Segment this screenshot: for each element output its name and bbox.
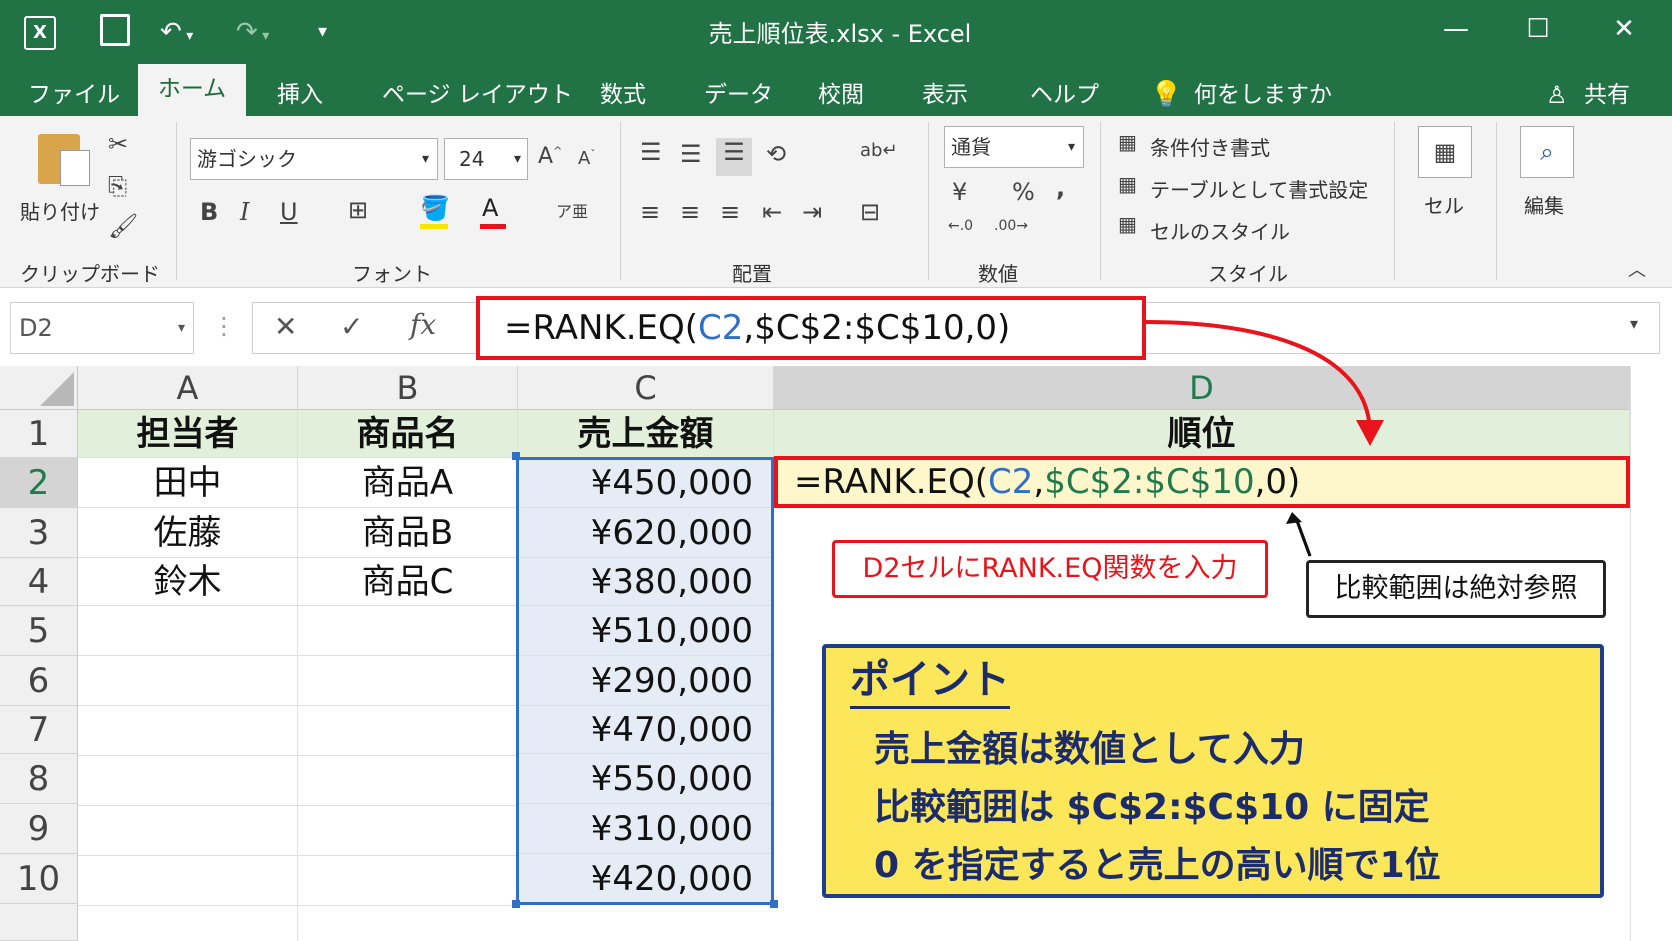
vertical-divider xyxy=(1630,366,1631,941)
arrow-path xyxy=(1145,320,1372,431)
point-line-2: 比較範囲は $C$2:$C$10 に固定 xyxy=(874,787,1430,828)
pointer-head xyxy=(1286,512,1302,524)
point-title: ポイント xyxy=(850,654,1010,709)
arrow-head xyxy=(1356,420,1384,446)
black-note: 比較範囲は絶対参照 xyxy=(1306,560,1606,618)
pointer-path xyxy=(1294,517,1312,557)
point-line-1: 売上金額は数値として入力 xyxy=(874,729,1305,770)
point-box: ポイント 売上金額は数値として入力 比較範囲は $C$2:$C$10 に固定 0… xyxy=(822,644,1604,898)
red-note: D2セルにRANK.EQ関数を入力 xyxy=(832,540,1268,598)
point-line-3: 0 を指定すると売上の高い順で1位 xyxy=(874,845,1441,886)
